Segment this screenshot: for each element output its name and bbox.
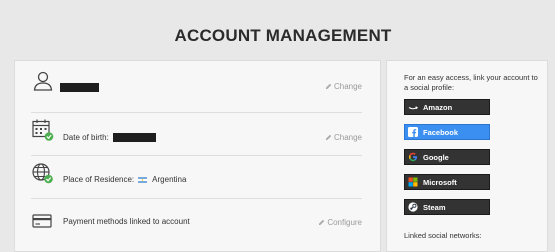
- place-of-residence-row: Place of Residence: Argentina: [31, 155, 362, 199]
- country-value: Argentina: [152, 175, 187, 184]
- place-of-residence-label: Place of Residence:: [63, 175, 135, 184]
- payment-methods-label: Payment methods linked to account: [63, 217, 190, 226]
- pencil-icon: [325, 84, 332, 90]
- amazon-button[interactable]: Amazon: [404, 99, 490, 115]
- change-username-link[interactable]: Change: [325, 82, 362, 91]
- account-details-card: Change Date of birth: Change Place of Re…: [14, 60, 381, 252]
- pencil-icon: [325, 135, 332, 141]
- steam-icon: [408, 202, 418, 212]
- facebook-icon: [408, 127, 418, 137]
- redacted-date-of-birth: [113, 133, 157, 143]
- google-button[interactable]: Google: [404, 149, 490, 165]
- credit-card-icon: [31, 210, 55, 234]
- social-link-card: For an easy access, link your account to…: [386, 60, 548, 252]
- microsoft-icon: [408, 177, 418, 187]
- facebook-button[interactable]: Facebook: [404, 124, 490, 140]
- date-of-birth-row: Date of birth: Change: [31, 112, 362, 156]
- globe-icon: [31, 161, 55, 185]
- microsoft-button[interactable]: Microsoft: [404, 174, 490, 190]
- redacted-username: [60, 83, 99, 93]
- amazon-icon: [408, 102, 418, 112]
- payment-methods-row: Payment methods linked to account Config…: [31, 198, 362, 241]
- linked-social-networks-label: Linked social networks:: [404, 231, 482, 240]
- pencil-icon: [319, 220, 325, 226]
- calendar-icon: [31, 118, 55, 142]
- configure-payment-link[interactable]: Configure: [318, 218, 362, 227]
- google-icon: [408, 152, 418, 162]
- change-date-of-birth-link[interactable]: Change: [325, 133, 362, 142]
- social-intro-text: For an easy access, link your account to…: [404, 73, 538, 92]
- date-of-birth-label: Date of birth:: [63, 133, 109, 142]
- page-title: ACCOUNT MANAGEMENT: [174, 26, 392, 45]
- argentina-flag-icon: [138, 176, 148, 183]
- user-icon: [31, 69, 55, 93]
- username-row: Change: [31, 69, 362, 113]
- steam-button[interactable]: Steam: [404, 199, 490, 215]
